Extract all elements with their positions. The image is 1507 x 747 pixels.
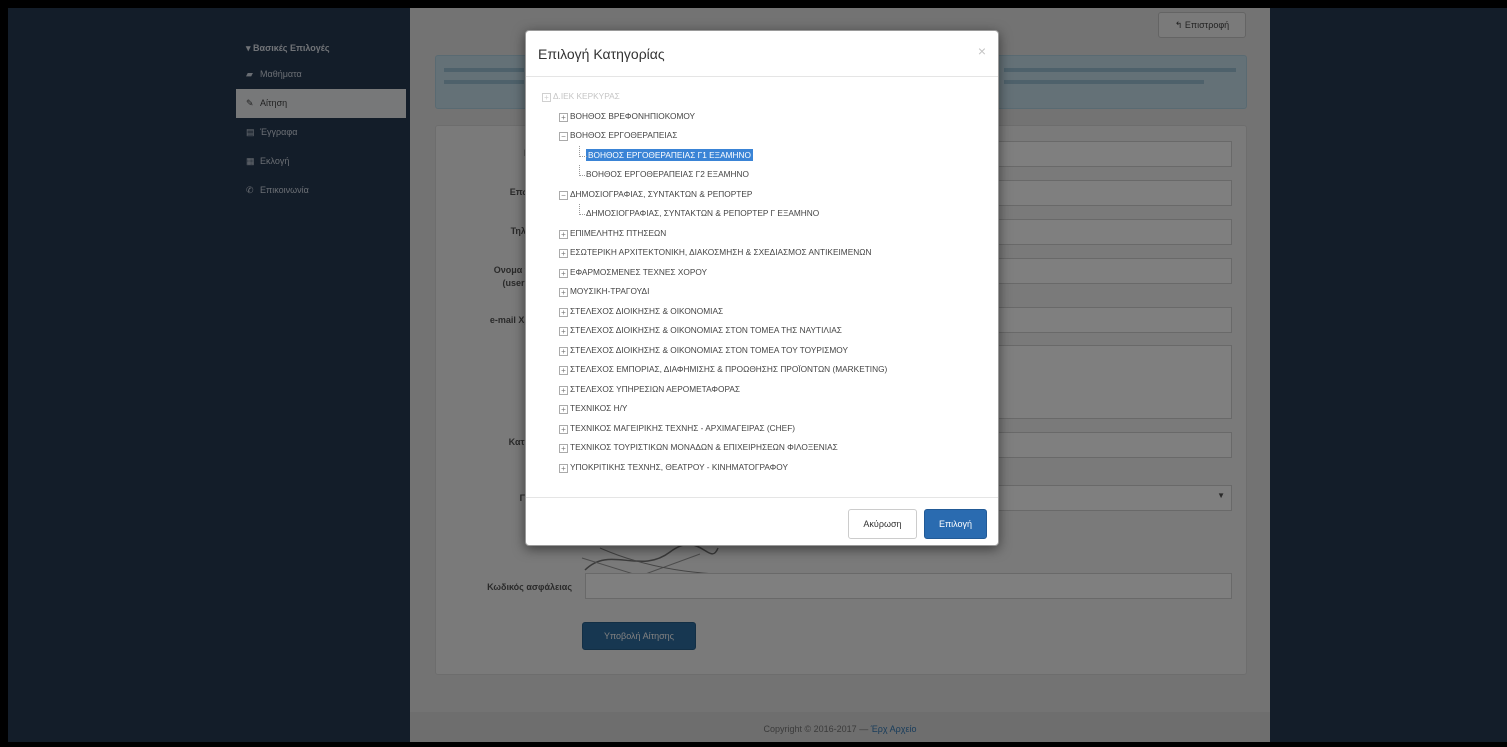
tree-node-label: ΣΤΕΛΕΧΟΣ ΕΜΠΟΡΙΑΣ, ΔΙΑΦΗΜΙΣΗΣ & ΠΡΟΩΘΗΣΗ… [570,364,888,374]
tree-node-label: ΜΟΥΣΙΚΗ-ΤΡΑΓΟΥΔΙ [570,286,650,296]
screen-edge [0,742,1507,747]
tree-node-label: ΣΤΕΛΕΧΟΣ ΔΙΟΙΚΗΣΗΣ & ΟΙΚΟΝΟΜΙΑΣ ΣΤΟΝ ΤΟΜ… [570,325,842,335]
tree-leaf-node[interactable]: ΒΟΗΘΟΣ ΕΡΓΟΘΕΡΑΠΕΙΑΣ Γ2 ΕΞΑΜΗΝΟ [538,165,993,185]
tree-branch-line [579,145,587,157]
tree-node[interactable]: + ΤΕΧΝΙΚΟΣ ΤΟΥΡΙΣΤΙΚΩΝ ΜΟΝΑΔΩΝ & ΕΠΙΧΕΙΡΗ… [538,438,993,458]
modal-title: Επιλογή Κατηγορίας [538,46,665,62]
modal-header: Επιλογή Κατηγορίας × [526,31,998,77]
expand-icon[interactable]: + [559,229,568,239]
expand-icon[interactable]: + [559,112,568,122]
tree-node-label: ΤΕΧΝΙΚΟΣ ΜΑΓΕΙΡΙΚΗΣ ΤΕΧΝΗΣ - ΑΡΧΙΜΑΓΕΙΡΑ… [570,422,796,433]
tree-node-label: ΣΤΕΛΕΧΟΣ ΔΙΟΙΚΗΣΗΣ & ΟΙΚΟΝΟΜΙΑΣ [570,305,724,316]
tree-branch-line [579,165,587,176]
tree-node-label: Δ.ΙΕΚ ΚΕΡΚΥΡΑΣ [553,91,620,101]
tree-node[interactable]: − ΒΟΗΘΟΣ ΕΡΓΟΘΕΡΑΠΕΙΑΣ [538,126,993,146]
tree-node[interactable]: + ΣΤΕΛΕΧΟΣ ΥΠΗΡΕΣΙΩΝ ΑΕΡΟΜΕΤΑΦΟΡΑΣ [538,380,993,400]
tree-node[interactable]: + ΒΟΗΘΟΣ ΒΡΕΦΟΝΗΠΙΟΚΟΜΟΥ [538,107,993,127]
tree-node[interactable]: + ΣΤΕΛΕΧΟΣ ΕΜΠΟΡΙΑΣ, ΔΙΑΦΗΜΙΣΗΣ & ΠΡΟΩΘΗΣ… [538,360,993,380]
tree-node[interactable]: + ΕΠΙΜΕΛΗΤΗΣ ΠΤΗΣΕΩΝ [538,224,993,244]
tree-node[interactable]: + ΕΣΩΤΕΡΙΚΗ ΑΡΧΙΤΕΚΤΟΝΙΚΗ, ΔΙΑΚΟΣΜΗΣΗ & Σ… [538,243,993,263]
tree-node[interactable]: + ΜΟΥΣΙΚΗ-ΤΡΑΓΟΥΔΙ [538,282,993,302]
expand-icon[interactable]: + [559,268,568,278]
tree-branch-line [579,204,587,215]
expand-icon[interactable]: + [559,307,568,317]
tree-leaf-node[interactable]: ΒΟΗΘΟΣ ΕΡΓΟΘΕΡΑΠΕΙΑΣ Γ1 ΕΞΑΜΗΝΟ [538,145,993,166]
category-modal: Επιλογή Κατηγορίας × + Δ.ΙΕΚ ΚΕΡΚΥΡΑΣ + ΒΟ… [525,30,999,546]
collapse-icon[interactable]: − [559,132,568,141]
expand-icon[interactable]: + [559,346,568,356]
tree-node[interactable]: + ΥΠΟΚΡΙΤΙΚΗΣ ΤΕΧΝΗΣ, ΘΕΑΤΡΟΥ - ΚΙΝΗΜΑΤΟΓ… [538,458,993,478]
expand-icon[interactable]: + [559,405,568,414]
tree-node-label: ΒΟΗΘΟΣ ΕΡΓΟΘΕΡΑΠΕΙΑΣ Γ2 ΕΞΑΜΗΝΟ [586,169,749,179]
screen-edge [0,0,1507,8]
collapse-icon[interactable]: − [559,190,568,200]
modal-footer: Ακύρωση Επιλογή [526,497,998,546]
tree-node[interactable]: − ΔΗΜΟΣΙΟΓΡΑΦΙΑΣ, ΣΥΝΤΑΚΤΩΝ & ΡΕΠΟΡΤΕΡ [538,185,993,205]
tree-node-label-selected: ΒΟΗΘΟΣ ΕΡΓΟΘΕΡΑΠΕΙΑΣ Γ1 ΕΞΑΜΗΝΟ [586,148,753,161]
tree-node[interactable]: + ΤΕΧΝΙΚΟΣ ΜΑΓΕΙΡΙΚΗΣ ΤΕΧΝΗΣ - ΑΡΧΙΜΑΓΕΙΡ… [538,419,993,439]
expand-icon[interactable]: + [559,327,568,336]
expand-icon[interactable]: + [559,385,568,395]
tree-node-label: ΣΤΕΛΕΧΟΣ ΔΙΟΙΚΗΣΗΣ & ΟΙΚΟΝΟΜΙΑΣ ΣΤΟΝ ΤΟΜ… [570,344,848,355]
cancel-button[interactable]: Ακύρωση [848,509,917,539]
expand-icon[interactable]: + [559,288,568,297]
tree-node-label: ΕΣΩΤΕΡΙΚΗ ΑΡΧΙΤΕΚΤΟΝΙΚΗ, ΔΙΑΚΟΣΜΗΣΗ & ΣΧ… [570,247,872,257]
expand-icon[interactable]: + [559,463,568,473]
select-button[interactable]: Επιλογή [924,509,987,539]
tree-node-label: ΤΕΧΝΙΚΟΣ ΤΟΥΡΙΣΤΙΚΩΝ ΜΟΝΑΔΩΝ & ΕΠΙΧΕΙΡΗΣ… [570,442,838,452]
tree-node[interactable]: + ΣΤΕΛΕΧΟΣ ΔΙΟΙΚΗΣΗΣ & ΟΙΚΟΝΟΜΙΑΣ [538,302,993,322]
close-icon[interactable]: × [978,43,986,59]
expand-icon[interactable]: + [559,249,568,258]
tree-node-label: ΔΗΜΟΣΙΟΓΡΑΦΙΑΣ, ΣΥΝΤΑΚΤΩΝ & ΡΕΠΟΡΤΕΡ Γ Ε… [586,208,820,218]
tree-node-label: ΤΕΧΝΙΚΟΣ Η/Υ [570,403,628,413]
expand-icon[interactable]: + [542,93,551,102]
tree-node-label: ΕΠΙΜΕΛΗΤΗΣ ΠΤΗΣΕΩΝ [570,227,667,238]
expand-icon[interactable]: + [559,424,568,434]
tree-node-label: ΒΟΗΘΟΣ ΒΡΕΦΟΝΗΠΙΟΚΟΜΟΥ [570,110,696,121]
expand-icon[interactable]: + [559,366,568,375]
tree-node-label: ΥΠΟΚΡΙΤΙΚΗΣ ΤΕΧΝΗΣ, ΘΕΑΤΡΟΥ - ΚΙΝΗΜΑΤΟΓΡ… [570,461,788,472]
tree-node-label: ΕΦΑΡΜΟΣΜΕΝΕΣ ΤΕΧΝΕΣ ΧΟΡΟΥ [570,266,708,277]
tree-node-label: ΒΟΗΘΟΣ ΕΡΓΟΘΕΡΑΠΕΙΑΣ [570,130,678,140]
category-tree: + Δ.ΙΕΚ ΚΕΡΚΥΡΑΣ + ΒΟΗΘΟΣ ΒΡΕΦΟΝΗΠΙΟΚΟΜΟΥ … [538,87,993,477]
tree-node-label: ΣΤΕΛΕΧΟΣ ΥΠΗΡΕΣΙΩΝ ΑΕΡΟΜΕΤΑΦΟΡΑΣ [570,383,741,394]
tree-node-label: ΔΗΜΟΣΙΟΓΡΑΦΙΑΣ, ΣΥΝΤΑΚΤΩΝ & ΡΕΠΟΡΤΕΡ [570,188,753,199]
tree-root-node[interactable]: + Δ.ΙΕΚ ΚΕΡΚΥΡΑΣ [538,87,993,107]
screen-edge [0,0,8,747]
expand-icon[interactable]: + [559,444,568,453]
tree-leaf-node[interactable]: ΔΗΜΟΣΙΟΓΡΑΦΙΑΣ, ΣΥΝΤΑΚΤΩΝ & ΡΕΠΟΡΤΕΡ Γ Ε… [538,204,993,224]
tree-node[interactable]: + ΣΤΕΛΕΧΟΣ ΔΙΟΙΚΗΣΗΣ & ΟΙΚΟΝΟΜΙΑΣ ΣΤΟΝ ΤΟ… [538,341,993,361]
tree-node[interactable]: + ΣΤΕΛΕΧΟΣ ΔΙΟΙΚΗΣΗΣ & ΟΙΚΟΝΟΜΙΑΣ ΣΤΟΝ ΤΟ… [538,321,993,341]
tree-node[interactable]: + ΤΕΧΝΙΚΟΣ Η/Υ [538,399,993,419]
tree-node[interactable]: + ΕΦΑΡΜΟΣΜΕΝΕΣ ΤΕΧΝΕΣ ΧΟΡΟΥ [538,263,993,283]
